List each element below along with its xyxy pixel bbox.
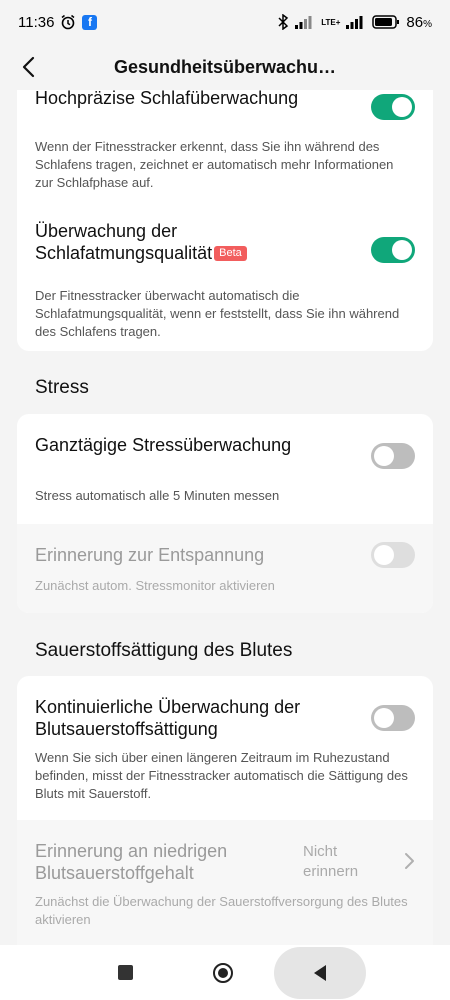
beta-badge: Beta [214,245,247,261]
signal-icon-2 [346,16,363,29]
all-day-stress-toggle[interactable] [371,443,415,469]
all-day-stress-row[interactable]: Ganztägige Stressüberwachung Stress auto… [17,414,433,524]
status-bar-right: LTE+ 86% [277,14,432,31]
sleep-breathing-toggle[interactable] [371,237,415,263]
bluetooth-icon [278,14,289,30]
all-day-stress-title: Ganztägige Stressüberwachung [35,435,292,455]
spo2-settings-card: Kontinuierliche Überwachung der Blutsaue… [17,676,433,945]
relaxation-reminder-toggle[interactable] [371,542,415,568]
high-precision-sleep-title: Hochpräzise Schlafüberwachung [35,90,299,108]
app-header: Gesundheitsüberwachu… [0,44,450,90]
stress-settings-card: Ganztägige Stressüberwachung Stress auto… [17,414,433,613]
battery-level: 86% [406,13,432,31]
high-precision-sleep-description: Wenn der Fitnesstracker erkennt, dass Si… [35,139,394,190]
sleep-settings-card: Hochpräzise Schlafüberwachung Wenn der F… [17,90,433,351]
system-back-button[interactable] [274,947,366,999]
recents-button[interactable] [118,965,133,980]
status-bar-left: 11:36 f [18,13,98,31]
alarm-icon [61,14,75,30]
clock: 11:36 [18,13,55,31]
status-bar: 11:36 f LTE+ 86% [0,0,450,44]
high-precision-sleep-toggle[interactable] [371,94,415,120]
sleep-breathing-row[interactable]: Überwachung der Schlafatmungsqualität Bet… [17,194,433,351]
home-button[interactable] [212,962,234,984]
relaxation-reminder-row[interactable]: Erinnerung zur Entspannung Zunächst auto… [17,524,433,613]
low-spo2-reminder-row[interactable]: Erinnerung an niedrigen Blutsauerstoffge… [17,820,433,945]
page-title: Gesundheitsüberwachu… [113,57,337,77]
battery-icon [372,15,400,29]
back-triangle-icon [314,965,326,981]
signal-icon [295,16,312,29]
relaxation-reminder-description: Zunächst autom. Stressmonitor aktivieren [35,578,275,593]
continuous-spo2-title: Kontinuierliche Überwachung der Blutsaue… [35,697,301,739]
low-spo2-reminder-value: Nicht erinnern [303,843,359,880]
continuous-spo2-description: Wenn Sie sich über einen längeren Zeitra… [35,750,408,801]
continuous-spo2-toggle[interactable] [371,705,415,731]
facebook-notification-icon: f [82,14,98,30]
stress-section-title: Stress [35,377,89,398]
sleep-breathing-title: Überwachung der Schlafatmungsqualität Bet… [35,220,355,264]
system-navigation-bar [0,945,450,1000]
settings-content[interactable]: Hochpräzise Schlafüberwachung Wenn der F… [0,90,450,945]
continuous-spo2-row[interactable]: Kontinuierliche Überwachung der Blutsaue… [17,676,433,820]
spo2-section-title: Sauerstoffsättigung des Blutes [35,640,293,661]
low-spo2-reminder-title: Erinnerung an niedrigen Blutsauerstoffge… [35,841,228,883]
network-type: LTE+ [321,17,341,27]
high-precision-sleep-row[interactable]: Hochpräzise Schlafüberwachung Wenn der F… [17,90,433,194]
chevron-right-icon [405,853,414,869]
sleep-breathing-description: Der Fitnesstracker überwacht automatisch… [35,288,400,339]
relaxation-reminder-title: Erinnerung zur Entspannung [35,545,265,565]
low-spo2-reminder-description: Zunächst die Überwachung der Sauerstoffv… [35,894,408,927]
all-day-stress-description: Stress automatisch alle 5 Minuten messen [35,488,280,503]
